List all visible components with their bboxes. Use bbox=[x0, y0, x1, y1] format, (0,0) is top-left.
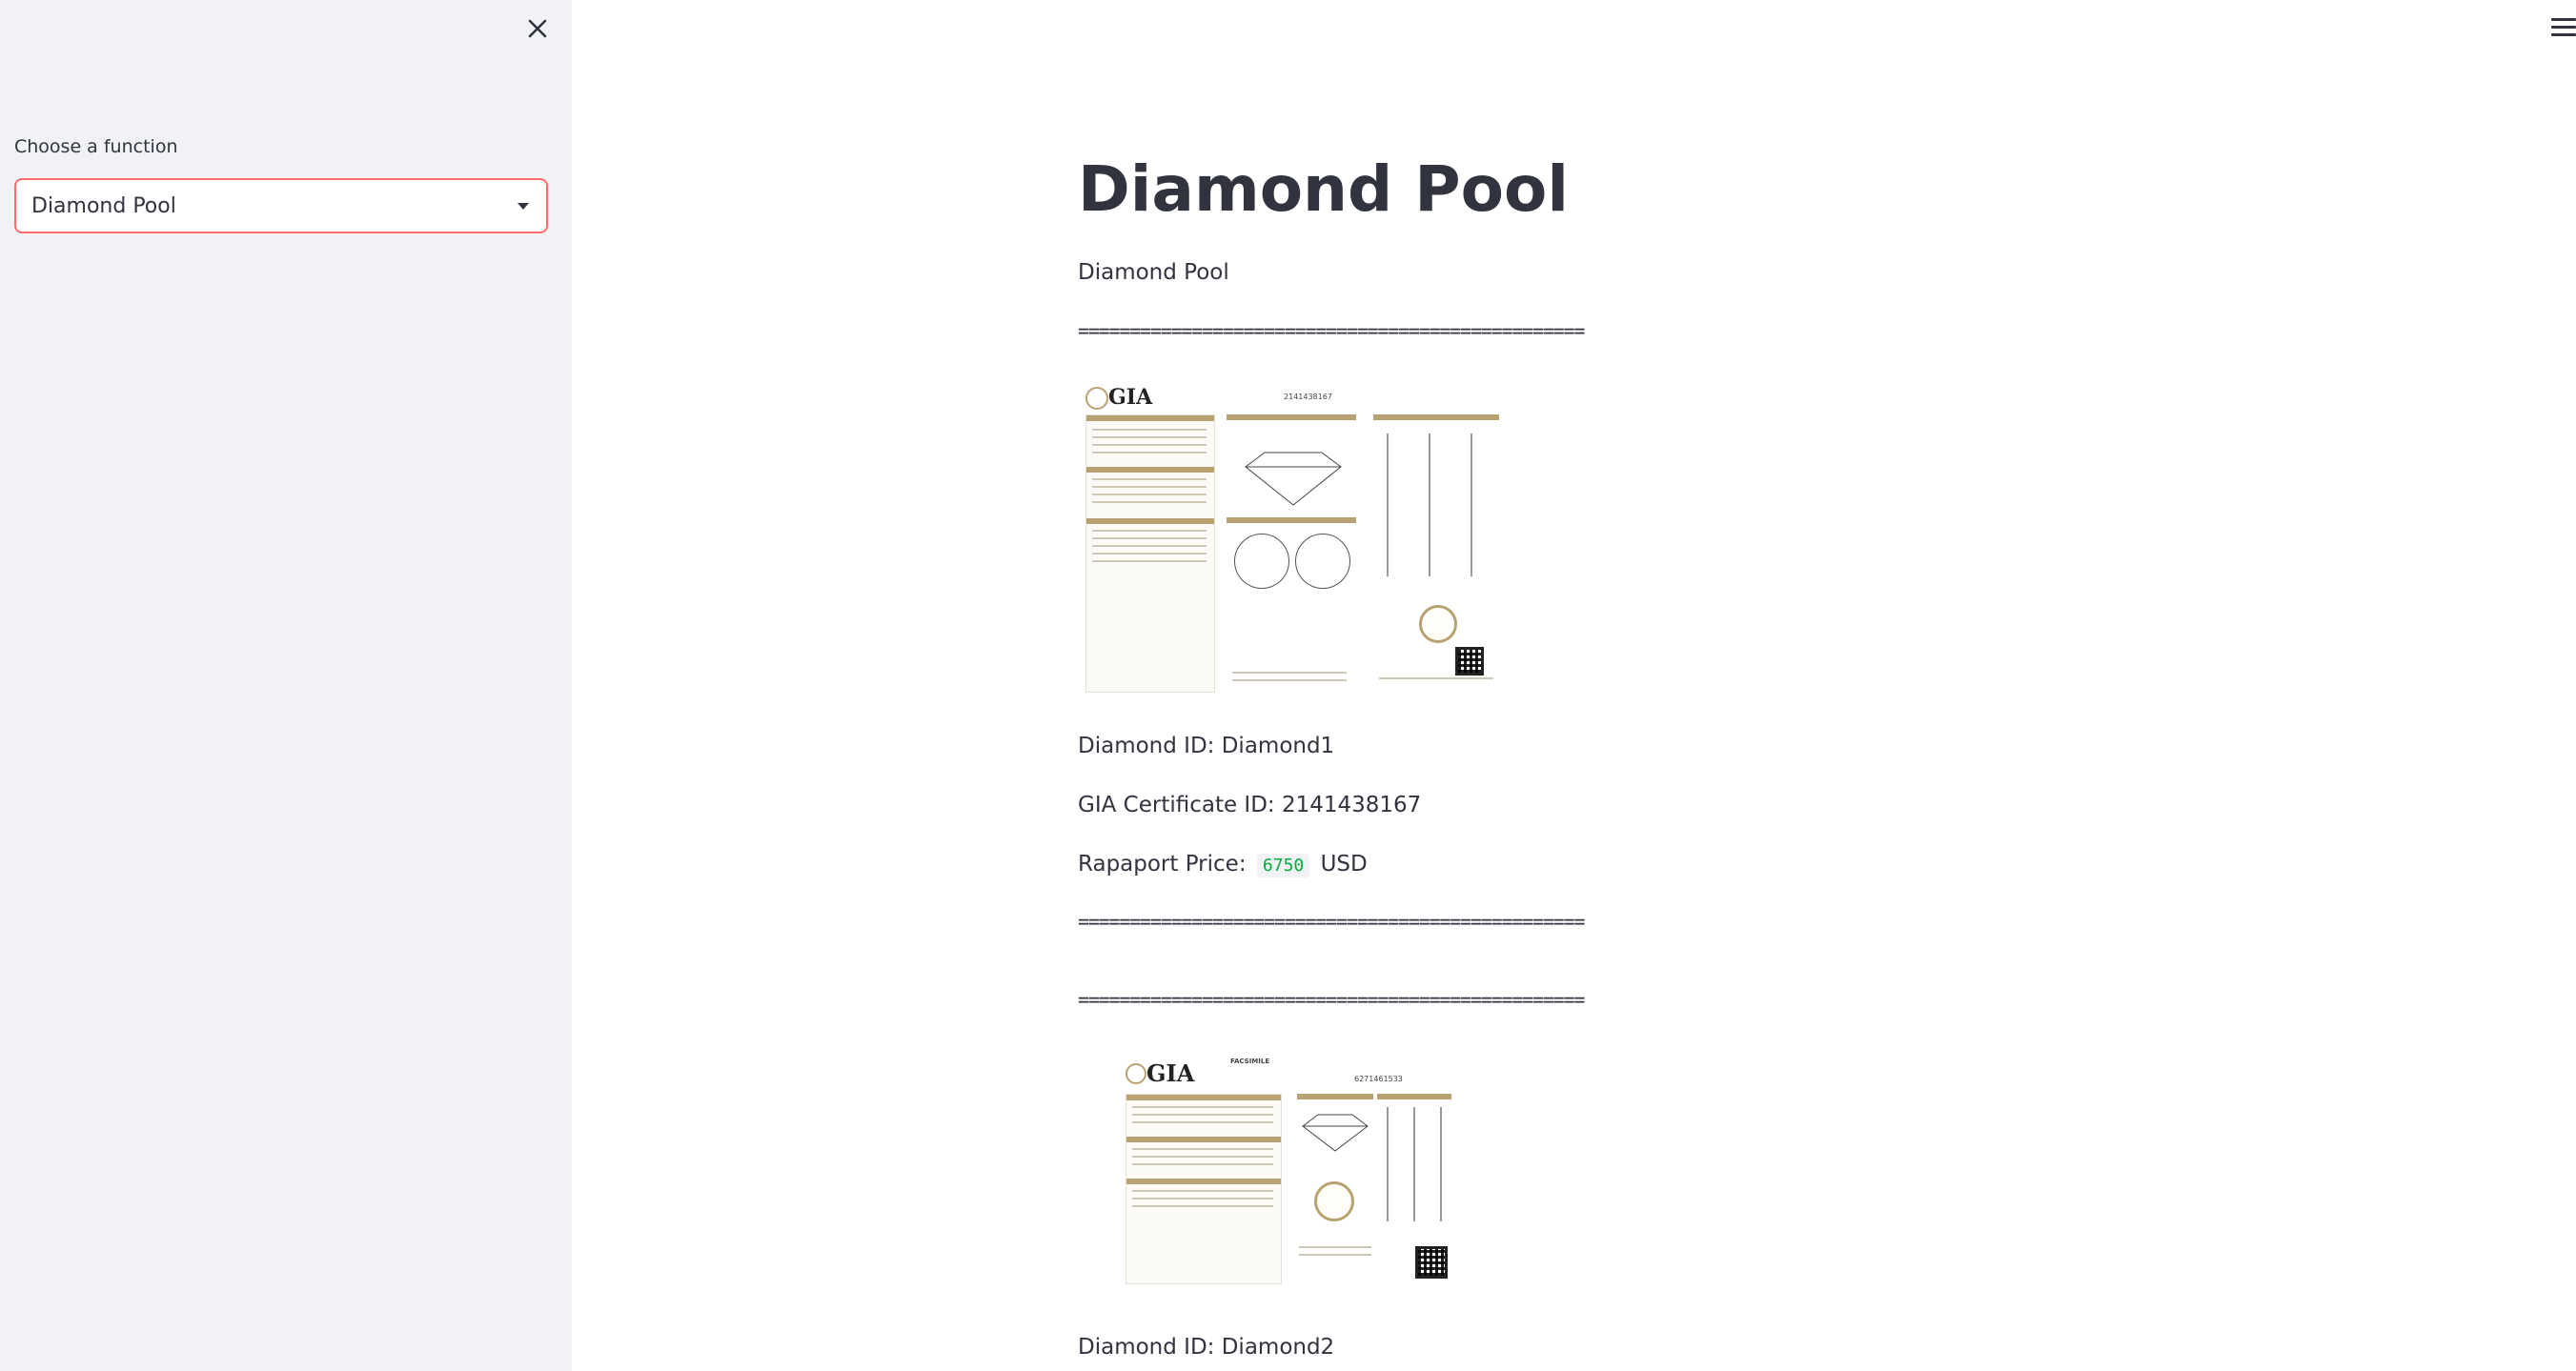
gia-certificate-id-text: GIA Certificate ID: 2141438167 bbox=[1078, 793, 1422, 817]
rapaport-price-value: 6750 bbox=[1256, 854, 1310, 877]
separator: ========================================… bbox=[1078, 319, 1585, 342]
gia-logo-text: GIA bbox=[1146, 1059, 1195, 1087]
rapaport-price-row: Rapaport Price: 6750 USD bbox=[1078, 852, 1368, 877]
cert-image-heading: FACSIMILE bbox=[1230, 1058, 1270, 1065]
diamond-profile-diagram bbox=[1245, 452, 1342, 506]
cert-grading-scales-panel bbox=[1373, 414, 1501, 691]
gia-logo-icon bbox=[1085, 387, 1108, 410]
chevron-down-icon bbox=[517, 203, 529, 210]
close-sidebar-button[interactable] bbox=[522, 13, 553, 44]
function-select-value: Diamond Pool bbox=[31, 193, 176, 218]
hamburger-icon bbox=[2547, 18, 2576, 36]
page-title: Diamond Pool bbox=[1078, 152, 1569, 226]
cert-grading-scales-panel bbox=[1377, 1094, 1453, 1282]
gia-seal-icon bbox=[1419, 605, 1457, 643]
qr-code-icon bbox=[1455, 647, 1484, 675]
separator: ========================================… bbox=[1078, 910, 1585, 933]
qr-code-icon bbox=[1415, 1246, 1448, 1279]
rapaport-price-unit: USD bbox=[1320, 852, 1368, 877]
cert-image-number: 6271461533 bbox=[1354, 1075, 1403, 1083]
cert-image-number: 2141438167 bbox=[1284, 393, 1332, 401]
gia-logo-icon bbox=[1126, 1063, 1146, 1084]
function-select-label: Choose a function bbox=[14, 136, 178, 157]
gia-certificate-image: GIA 2141438167 bbox=[1084, 381, 1511, 703]
sidebar: Choose a function Diamond Pool bbox=[0, 0, 572, 1371]
gia-seal-icon bbox=[1314, 1181, 1354, 1221]
function-select[interactable]: Diamond Pool bbox=[14, 178, 548, 233]
cert-report-panel bbox=[1085, 414, 1215, 693]
close-icon bbox=[528, 19, 547, 38]
separator: ========================================… bbox=[1078, 988, 1585, 1011]
diamond-id-text: Diamond ID: Diamond1 bbox=[1078, 734, 1335, 758]
cert-report-panel bbox=[1126, 1094, 1282, 1284]
rapaport-price-label: Rapaport Price: bbox=[1078, 852, 1247, 877]
gia-logo-text: GIA bbox=[1108, 385, 1153, 410]
diamond-profile-diagram bbox=[1302, 1114, 1369, 1152]
cert-diagram-panel bbox=[1297, 1094, 1373, 1282]
cert-diagram-panel bbox=[1227, 414, 1360, 691]
gia-certificate-image: GIA FACSIMILE 6271461533 bbox=[1126, 1056, 1455, 1289]
diamond-id-text: Diamond ID: Diamond2 bbox=[1078, 1335, 1335, 1360]
page-subtitle: Diamond Pool bbox=[1078, 260, 1229, 285]
main-menu-button[interactable] bbox=[2547, 13, 2576, 44]
